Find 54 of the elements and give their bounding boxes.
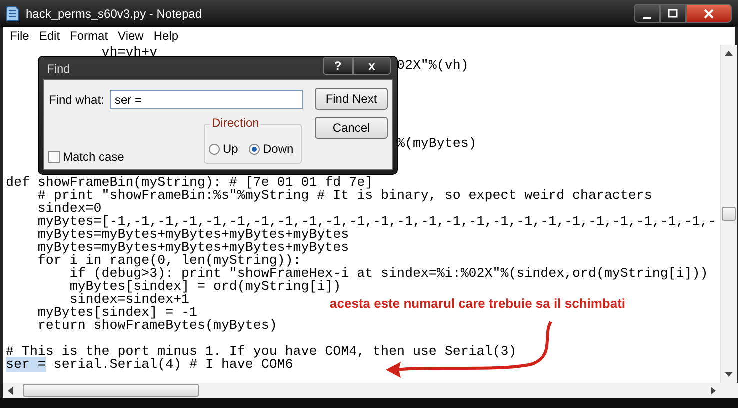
scroll-thumb[interactable] (23, 384, 199, 397)
code-line: serial.Serial(4) # I have COM6 (52, 357, 294, 372)
close-button[interactable]: x (353, 57, 391, 75)
code-line: sindex=0 (36, 201, 102, 216)
radio-label: Up (223, 142, 238, 156)
code-line: return showFrameBytes(myBytes) (36, 318, 278, 333)
window-title: hack_perms_s60v3.py - Notepad (26, 6, 202, 20)
scroll-right-icon[interactable] (711, 386, 716, 394)
code-line: myBytes=myBytes+myBytes+myBytes+myBytes (36, 227, 350, 242)
menu-item[interactable]: File (5, 27, 34, 45)
annotation-text: acesta este numarul care trebuie sa il schimbati (330, 296, 626, 311)
minimize-icon (643, 16, 651, 18)
code-line: vh=vh+v (100, 45, 158, 60)
code-line: %(myBytes) (396, 136, 477, 151)
match-case-checkbox[interactable] (48, 151, 60, 163)
minimize-button[interactable] (634, 4, 660, 23)
close-icon (704, 8, 714, 18)
selected-text: ser = (6, 357, 46, 372)
dialog-title: Find (47, 62, 70, 76)
code-line: for i in range(0, len(myString)): (36, 253, 302, 268)
maximize-icon (668, 8, 678, 18)
menu-item[interactable]: Edit (34, 27, 66, 45)
find-what-label: Find what: (49, 93, 104, 107)
find-what-field[interactable]: ser = (110, 90, 303, 109)
code-line: myBytes[sindex] = ord(myString[i]) (68, 279, 342, 294)
scroll-left-icon[interactable] (8, 386, 13, 394)
radio-button[interactable] (249, 144, 260, 154)
notepad-icon (6, 6, 20, 22)
code-line: # print "showFrameBin:%s"%myString # It is binary, so expect weird characters (36, 188, 652, 203)
close-button[interactable] (686, 4, 732, 23)
horizontal-scrollbar[interactable] (0, 383, 738, 398)
code-line: 02X"%(vh) (396, 58, 469, 73)
code-line: myBytes=[-1,-1,-1,-1,-1,-1,-1,-1,-1,-1,-1,-1,-1,-1,-1,-1,-1,-1,-1,-1,-1,-1,-1,-1,-1,- (36, 214, 716, 229)
code-line: myBytes[sindex] = -1 (36, 305, 198, 320)
scroll-thumb[interactable] (722, 207, 736, 221)
radio-button[interactable] (209, 144, 220, 154)
help-button[interactable]: ? (323, 57, 353, 75)
radio-label: Down (263, 142, 294, 156)
vertical-scrollbar[interactable] (720, 45, 737, 383)
match-case-label: Match case (63, 150, 124, 164)
maximize-button[interactable] (660, 4, 686, 23)
code-line: myBytes=myBytes+myBytes+myBytes+myBytes (36, 240, 350, 255)
code-line: sindex=sindex+1 (70, 292, 190, 307)
code-line: # This is the port minus 1. If you have COM4, then use Serial(3) (6, 344, 517, 359)
menu-item[interactable]: Format (65, 27, 114, 45)
code-line: if (debug>3): print "showFrameHex-i at sindex=%i:%02X"%(sindex,ord(myString[i])) (68, 266, 708, 281)
code-line: def showFrameBin(myString): # [7e 01 01 fd 7e] (6, 175, 374, 190)
menu-item[interactable]: Help (148, 27, 184, 45)
scroll-down-icon[interactable] (725, 372, 733, 377)
scroll-up-icon[interactable] (725, 51, 733, 56)
menu-item[interactable]: View (113, 27, 149, 45)
find-next-button[interactable]: Find Next (315, 88, 388, 110)
cancel-button[interactable]: Cancel (315, 117, 388, 139)
direction-label: Direction (210, 116, 262, 130)
